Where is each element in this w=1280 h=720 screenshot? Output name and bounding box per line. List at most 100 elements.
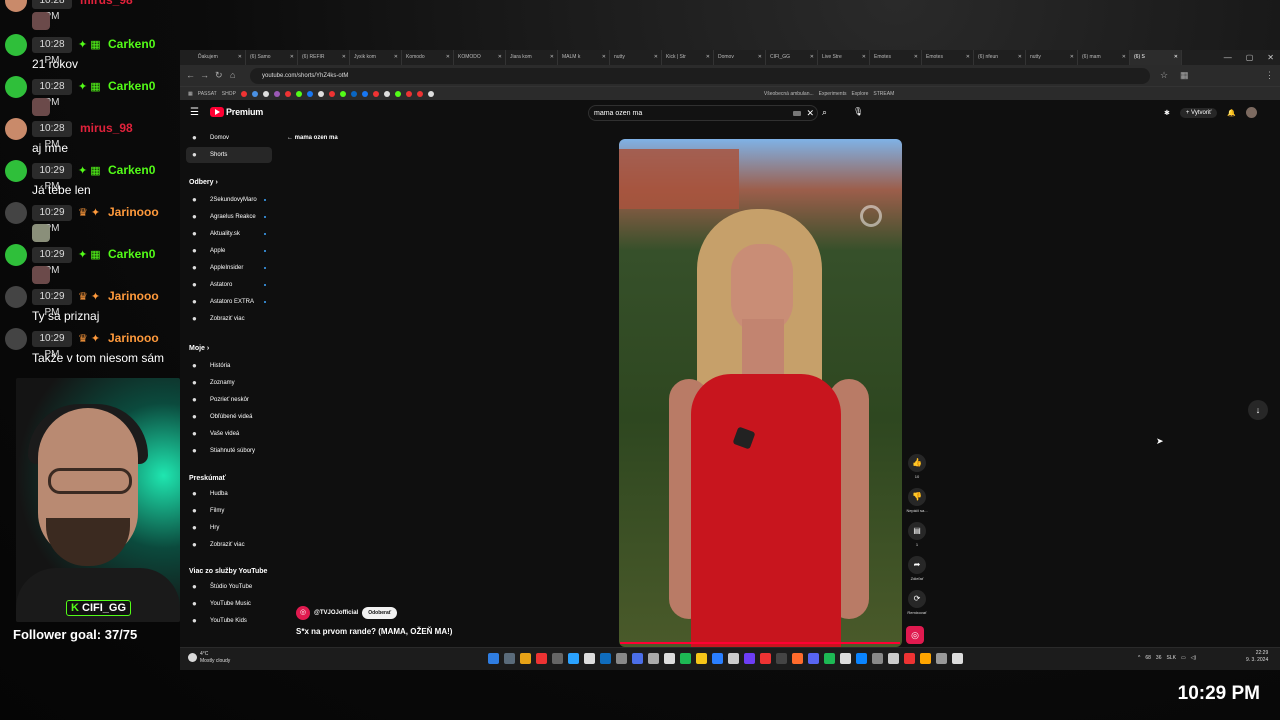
- network-icon[interactable]: ▭: [1181, 653, 1186, 664]
- bookmark-favicon[interactable]: [273, 90, 280, 97]
- chat-avatar[interactable]: [5, 286, 27, 308]
- sidebar-subscription[interactable]: ● AppleInsider: [186, 260, 272, 276]
- comment-icon[interactable]: ▤: [908, 522, 926, 540]
- home-icon[interactable]: ⌂: [230, 70, 235, 80]
- weather-widget[interactable]: 4°C Mostly cloudy: [188, 651, 230, 665]
- browser-tab[interactable]: Emotes ✕: [922, 50, 974, 65]
- bookmark-favicon[interactable]: [405, 90, 412, 97]
- taskbar-app-icon[interactable]: [536, 653, 547, 664]
- browser-tab[interactable]: CIFI_GG ✕: [766, 50, 818, 65]
- close-tab-icon[interactable]: ✕: [238, 50, 242, 65]
- browser-tab[interactable]: (6) Samo ✕: [246, 50, 298, 65]
- keyboard-icon[interactable]: [793, 111, 801, 116]
- dislike-icon[interactable]: 👎: [908, 488, 926, 506]
- sidebar-item-explore[interactable]: ● Filmy: [186, 503, 272, 519]
- sidebar-item-library[interactable]: ● Stiahnuté súbory: [186, 443, 272, 459]
- minimize-button[interactable]: —: [1224, 50, 1232, 65]
- close-tab-icon[interactable]: ✕: [706, 50, 710, 65]
- close-tab-icon[interactable]: ✕: [1174, 50, 1178, 65]
- taskbar-app-icon[interactable]: [872, 653, 883, 664]
- tray-value[interactable]: 68: [1145, 653, 1151, 664]
- taskbar-app-icon[interactable]: [648, 653, 659, 664]
- browser-tab[interactable]: Jiara kom ✕: [506, 50, 558, 65]
- taskbar-app-icon[interactable]: [808, 653, 819, 664]
- close-tab-icon[interactable]: ✕: [498, 50, 502, 65]
- taskbar-app-icon[interactable]: [488, 653, 499, 664]
- sidebar-item-library[interactable]: ● Zoznamy: [186, 375, 272, 391]
- maximize-button[interactable]: ▢: [1246, 50, 1254, 65]
- browser-tab[interactable]: MALM k ✕: [558, 50, 610, 65]
- chat-username[interactable]: Jarinooo: [108, 288, 159, 305]
- taskbar-app-icon[interactable]: [904, 653, 915, 664]
- apps-icon[interactable]: ▦: [188, 91, 193, 97]
- tray-chevron-icon[interactable]: ^: [1138, 653, 1140, 664]
- bookmark-favicon[interactable]: [284, 90, 291, 97]
- taskbar-app-icon[interactable]: [568, 653, 579, 664]
- sidebar-item-shorts[interactable]: ● Shorts: [186, 147, 272, 163]
- browser-tab[interactable]: Jyxik kom ✕: [350, 50, 402, 65]
- chat-username[interactable]: Carken0: [108, 162, 155, 179]
- short-title[interactable]: S*x na prvom rande? (MAMA, OŽEŇ MA!): [296, 627, 452, 636]
- bookmark-star-icon[interactable]: ☆: [1160, 70, 1168, 81]
- address-bar[interactable]: youtube.com/shorts/YhZ4ks-otM: [250, 68, 1150, 84]
- taskbar-app-icon[interactable]: [600, 653, 611, 664]
- subscriptions-heading[interactable]: Odbery ›: [189, 179, 218, 186]
- browser-tab[interactable]: Ďakujem ✕: [194, 50, 246, 65]
- sidebar-item-library[interactable]: ● Obľúbené videá: [186, 409, 272, 425]
- chat-avatar[interactable]: [5, 0, 27, 12]
- browser-tab[interactable]: nutty ✕: [1026, 50, 1078, 65]
- tray-language[interactable]: SLK: [1166, 653, 1175, 664]
- browser-tab[interactable]: (6) REFIR ✕: [298, 50, 350, 65]
- youtube-logo[interactable]: Premium: [210, 107, 263, 117]
- taskbar-app-icon[interactable]: [664, 653, 675, 664]
- taskbar-app-icon[interactable]: [744, 653, 755, 664]
- bookmark-favicon[interactable]: [295, 90, 302, 97]
- bookmark-stream[interactable]: STREAM: [873, 91, 894, 97]
- sidebar-subscription[interactable]: ● Agraelus Reakce: [186, 209, 272, 225]
- chat-avatar[interactable]: [5, 244, 27, 266]
- bookmark-favicon[interactable]: [317, 90, 324, 97]
- taskbar-app-icon[interactable]: [696, 653, 707, 664]
- bookmark-shop[interactable]: SHOP: [222, 91, 236, 97]
- bookmark-favicon[interactable]: [339, 90, 346, 97]
- bookmark-passat[interactable]: PASSAT: [198, 91, 217, 97]
- share-icon[interactable]: ➦: [908, 556, 926, 574]
- bookmark-favicon[interactable]: [383, 90, 390, 97]
- short-video-player[interactable]: [619, 139, 902, 647]
- bookmark-favicon[interactable]: [262, 90, 269, 97]
- hamburger-menu-icon[interactable]: ☰: [190, 107, 199, 118]
- close-tab-icon[interactable]: ✕: [914, 50, 918, 65]
- chat-username[interactable]: Carken0: [108, 246, 155, 263]
- taskbar-app-icon[interactable]: [760, 653, 771, 664]
- back-to-search[interactable]: ← mama ozen ma: [287, 135, 338, 141]
- chat-username[interactable]: Carken0: [108, 78, 155, 95]
- chat-avatar[interactable]: [5, 160, 27, 182]
- close-tab-icon[interactable]: ✕: [654, 50, 658, 65]
- sidebar-subscription[interactable]: ● Apple: [186, 243, 272, 259]
- close-tab-icon[interactable]: ✕: [966, 50, 970, 65]
- you-heading[interactable]: Moje ›: [189, 345, 209, 352]
- browser-tab[interactable]: Kick | Str ✕: [662, 50, 714, 65]
- close-tab-icon[interactable]: ✕: [1018, 50, 1022, 65]
- notifications-icon[interactable]: 🔔: [1227, 109, 1236, 117]
- bookmark-favicon[interactable]: [240, 90, 247, 97]
- back-icon[interactable]: ←: [186, 70, 195, 80]
- bookmark-favicon[interactable]: [372, 90, 379, 97]
- chat-username[interactable]: mirus_98: [80, 120, 133, 137]
- chat-avatar[interactable]: [5, 76, 27, 98]
- channel-avatar[interactable]: ◎: [296, 606, 310, 620]
- close-tab-icon[interactable]: ✕: [394, 50, 398, 65]
- sidebar-item-library[interactable]: ● Vaše videá: [186, 426, 272, 442]
- search-input[interactable]: mama ozen ma ✕: [588, 105, 818, 121]
- chat-avatar[interactable]: [5, 118, 27, 140]
- taskbar-app-icon[interactable]: [840, 653, 851, 664]
- tray-value[interactable]: 36: [1156, 653, 1162, 664]
- browser-tab[interactable]: (6) mam ✕: [1078, 50, 1130, 65]
- close-window-button[interactable]: ✕: [1267, 50, 1274, 65]
- bookmark-favicon[interactable]: [306, 90, 313, 97]
- taskbar-app-icon[interactable]: [888, 653, 899, 664]
- browser-tab[interactable]: Domov ✕: [714, 50, 766, 65]
- reload-icon[interactable]: ↻: [215, 70, 223, 81]
- taskbar-app-icon[interactable]: [616, 653, 627, 664]
- bookmark-favicon[interactable]: [394, 90, 401, 97]
